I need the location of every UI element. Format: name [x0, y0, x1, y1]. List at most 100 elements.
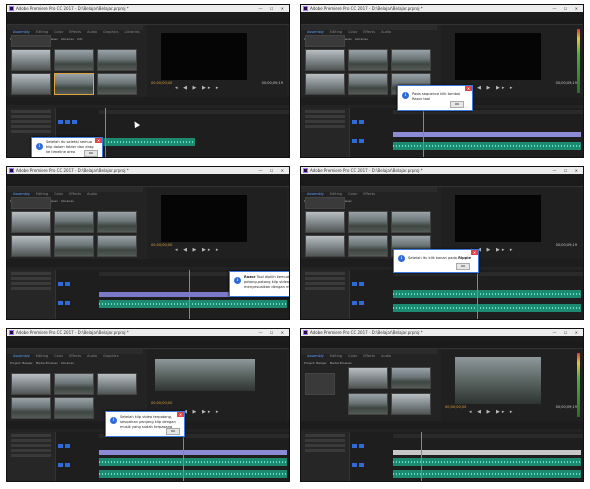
- window-controls[interactable]: — ☐ ✕: [259, 167, 287, 174]
- ok-button[interactable]: OK: [166, 428, 180, 435]
- clip-thumbnail[interactable]: [348, 235, 388, 257]
- bin-item[interactable]: [11, 197, 51, 209]
- clip-thumbnail[interactable]: [11, 211, 51, 233]
- audio-clip[interactable]: [99, 300, 287, 308]
- window-controls[interactable]: — ☐ ✕: [259, 5, 287, 12]
- screenshot-step-4: Adobe Premiere Pro CC 2017 - D:\Belajar\…: [300, 166, 584, 320]
- audio-clip[interactable]: [99, 138, 195, 146]
- window-controls[interactable]: — ☐ ✕: [553, 5, 581, 12]
- audio-meter: [577, 29, 580, 93]
- ripple-keyword: Ripple: [458, 256, 471, 260]
- clip-thumbnail[interactable]: [54, 211, 94, 233]
- playhead[interactable]: [189, 270, 190, 319]
- playhead[interactable]: [183, 432, 184, 481]
- bin-item[interactable]: [305, 35, 345, 47]
- playhead[interactable]: [423, 108, 424, 157]
- program-monitor-screen: [161, 33, 247, 80]
- clip-thumbnail[interactable]: [11, 73, 51, 95]
- clip-thumbnail[interactable]: [391, 211, 431, 233]
- clip-thumbnail[interactable]: [97, 211, 137, 233]
- clip-thumbnail[interactable]: [305, 49, 345, 71]
- window-titlebar: Adobe Premiere Pro CC 2017 - D:\Belajar\…: [7, 329, 289, 336]
- clip-thumbnail[interactable]: [391, 49, 431, 71]
- window-controls[interactable]: — ☐ ✕: [553, 329, 581, 336]
- ok-button[interactable]: OK: [84, 150, 98, 157]
- instruction-dialog: ✕ i Pada sequence klik tombol Razor tool…: [397, 85, 473, 111]
- program-monitor-screen: [455, 195, 541, 242]
- clip-thumbnail[interactable]: [97, 373, 137, 395]
- clip-thumbnail[interactable]: [305, 235, 345, 257]
- window-title: Adobe Premiere Pro CC 2017 - D:\Belajar\…: [16, 330, 129, 335]
- window-controls[interactable]: — ☐ ✕: [259, 329, 287, 336]
- audio-clip[interactable]: [99, 458, 287, 466]
- video-clip[interactable]: [393, 132, 581, 137]
- project-panel-tabs: Project: BelajarMedia BrowserLibraries: [7, 349, 143, 365]
- clip-thumbnail[interactable]: [97, 235, 137, 257]
- playback-controls[interactable]: ◂ ◀ ▶ ▶▸ ▸: [469, 85, 514, 91]
- window-titlebar: Adobe Premiere Pro CC 2017 - D:\Belajar\…: [7, 167, 289, 174]
- audio-clip[interactable]: [393, 142, 581, 150]
- close-icon[interactable]: ✕: [465, 86, 472, 91]
- timecode-left: 00;00;00;00: [151, 243, 173, 247]
- playback-controls[interactable]: ◂ ◀ ▶ ▶▸ ▸: [175, 85, 220, 91]
- window-title: Adobe Premiere Pro CC 2017 - D:\Belajar\…: [310, 168, 423, 173]
- playback-controls[interactable]: ◂ ◀ ▶ ▶▸ ▸: [175, 247, 220, 253]
- information-icon: i: [36, 143, 43, 150]
- clip-thumbnail[interactable]: [348, 73, 388, 95]
- dialog-message: Setelah itu klik kanan pada Ripple: [408, 256, 474, 261]
- audio-clip[interactable]: [393, 290, 581, 298]
- program-monitor: 00;00;00;00 00;00;09;19 ◂ ◀ ▶ ▶▸ ▸: [441, 349, 581, 421]
- clip-thumbnail[interactable]: [97, 73, 137, 95]
- clip-thumbnail[interactable]: [54, 397, 94, 419]
- clip-thumbnail[interactable]: [305, 211, 345, 233]
- clip-thumbnail[interactable]: [391, 393, 431, 415]
- clip-thumbnail[interactable]: [97, 49, 137, 71]
- ok-button[interactable]: OK: [450, 101, 464, 108]
- workspace-bar: Assembly Editing Color Effects Audio Graphics: [7, 342, 289, 358]
- close-icon[interactable]: ✕: [471, 250, 478, 255]
- clip-thumbnail[interactable]: [11, 235, 51, 257]
- clip-thumbnail[interactable]: [54, 49, 94, 71]
- project-panel-tabs: Project: BelajarMedia BrowserLibrariesIn…: [7, 25, 143, 41]
- clip-thumbnail[interactable]: [348, 393, 388, 415]
- premiere-logo-icon: [303, 6, 308, 11]
- clip-thumbnail[interactable]: [305, 373, 335, 395]
- timecode-right: 00;00;09;19: [555, 81, 577, 85]
- playback-controls[interactable]: ◂ ◀ ▶ ▶▸ ▸: [469, 409, 514, 415]
- razor-keyword: Razor: [244, 275, 256, 279]
- playhead[interactable]: [421, 432, 422, 481]
- clip-thumbnail[interactable]: [11, 397, 51, 419]
- clip-thumbnail[interactable]: [11, 373, 51, 395]
- program-monitor: 00;00;00;00 00;00;09;19 ◂ ◀ ▶ ▶▸ ▸: [147, 25, 287, 97]
- bin-item[interactable]: [305, 197, 345, 209]
- clip-thumbnail[interactable]: [305, 73, 345, 95]
- clip-thumbnail[interactable]: [348, 211, 388, 233]
- clip-thumbnail[interactable]: [54, 373, 94, 395]
- audio-clip[interactable]: [99, 470, 287, 478]
- clip-thumbnail[interactable]: [54, 235, 94, 257]
- clip-thumbnail[interactable]: [348, 49, 388, 71]
- bin-item[interactable]: [11, 35, 51, 47]
- clip-thumbnail[interactable]: [11, 49, 51, 71]
- window-controls[interactable]: — ☐ ✕: [553, 167, 581, 174]
- audio-clip[interactable]: [393, 304, 581, 312]
- project-panel-tabs: Project: BelajarMedia BrowserLibraries: [7, 187, 143, 203]
- clip-thumbnail[interactable]: [391, 367, 431, 389]
- playhead[interactable]: [477, 270, 478, 319]
- project-bin: [11, 35, 141, 95]
- tools-panel: ↖ ⇥ ↔ ✂ ↦ ✎ ✋ T: [7, 259, 289, 275]
- audio-meter: [577, 353, 580, 417]
- premiere-logo-icon: [9, 168, 14, 173]
- video-clip[interactable]: [99, 450, 287, 455]
- information-icon: i: [402, 92, 409, 99]
- timeline-ruler[interactable]: [99, 110, 289, 114]
- workspace-bar: Assembly Editing Color Effects Audio: [7, 180, 289, 196]
- clip-thumbnail[interactable]: [348, 367, 388, 389]
- window-title: Adobe Premiere Pro CC 2017 - D:\Belajar\…: [310, 330, 423, 335]
- clip-thumbnail[interactable]: [54, 73, 94, 95]
- program-monitor-screen: [161, 195, 247, 242]
- playhead[interactable]: [105, 108, 106, 157]
- program-monitor-screen: [455, 33, 541, 80]
- program-monitor: 00;00;00;00 ◂ ◀ ▶ ▶▸ ▸: [147, 187, 287, 259]
- ok-button[interactable]: OK: [456, 263, 470, 270]
